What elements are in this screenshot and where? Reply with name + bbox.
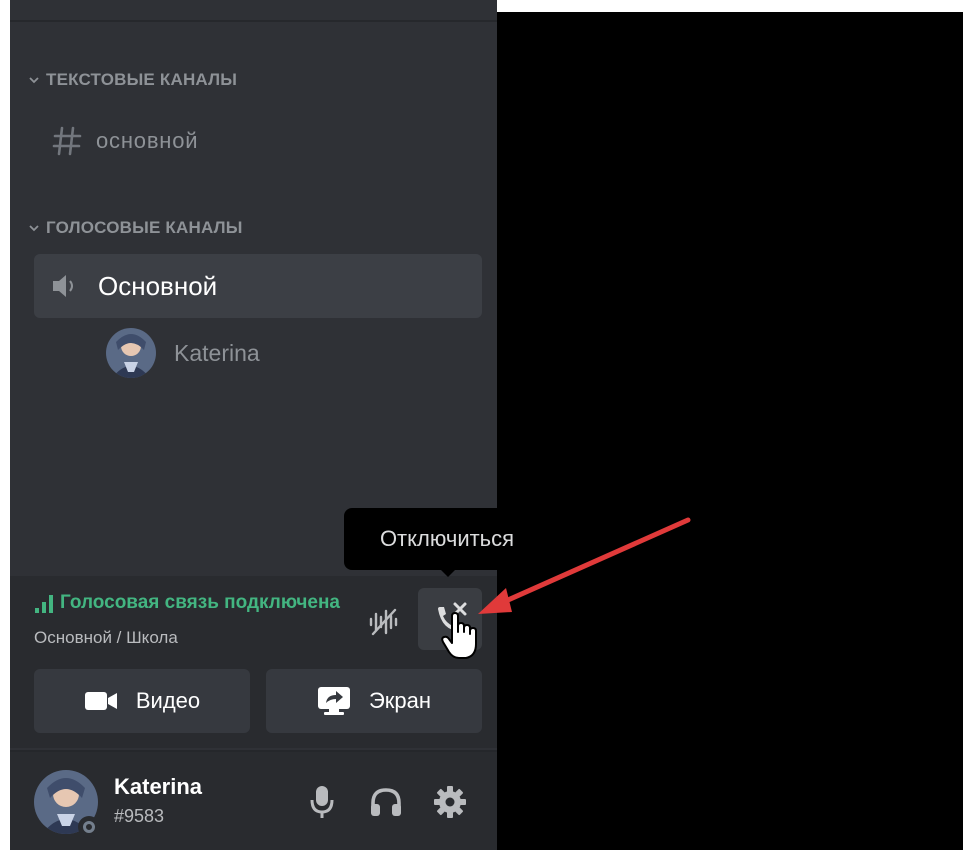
video-button-label: Видео [135, 688, 201, 713]
text-channel-label: основной [96, 128, 199, 153]
voice-channel-item[interactable]: Основной [34, 254, 482, 318]
voice-channel-label: Основной [98, 270, 218, 301]
signal-bars-icon [35, 595, 53, 613]
status-indicator [78, 816, 100, 838]
hash-icon [52, 126, 82, 156]
user-settings-button[interactable] [430, 782, 470, 822]
screen-share-button[interactable]: Экран [266, 669, 482, 733]
microphone-icon [310, 786, 334, 818]
main-content-area [497, 12, 963, 850]
mute-button[interactable] [302, 782, 342, 822]
screenshot-stage: ТЕКСТОВЫЕ КАНАЛЫ основной ГОЛОСОВЫЕ КАНА… [0, 0, 974, 850]
voice-channel-path[interactable]: Основной / Школа [34, 628, 178, 648]
deafen-button[interactable] [366, 782, 406, 822]
screen-share-icon [317, 687, 350, 715]
voice-user-name: Katerina [174, 339, 260, 366]
headset-icon [371, 788, 401, 816]
avatar [106, 328, 156, 378]
disconnect-tooltip: Отключиться [344, 508, 550, 570]
user-name[interactable]: Katerina [114, 774, 202, 800]
user-panel: Katerina #9583 [10, 750, 497, 850]
hand-cursor-icon [441, 612, 477, 659]
chevron-down-icon [29, 77, 39, 84]
gear-icon [434, 786, 466, 818]
speaker-icon [53, 275, 73, 297]
voice-status[interactable]: Голосовая связь подключена [34, 592, 354, 614]
category-label: ГОЛОСОВЫЕ КАНАЛЫ [46, 218, 243, 237]
user-tag[interactable]: #9583 [114, 806, 164, 827]
voice-connection-panel: Голосовая связь подключена Основной / Шк… [10, 576, 497, 748]
voice-status-label: Голосовая связь подключена [60, 592, 340, 613]
category-text-channels[interactable]: ТЕКСТОВЫЕ КАНАЛЫ [28, 68, 237, 92]
sidebar-divider [10, 20, 497, 22]
video-button[interactable]: Видео [34, 669, 250, 733]
noise-suppression-icon [369, 608, 398, 636]
category-voice-channels[interactable]: ГОЛОСОВЫЕ КАНАЛЫ [28, 216, 243, 240]
user-avatar-wrap[interactable] [34, 770, 100, 838]
screen-share-label: Экран [368, 688, 432, 713]
category-label: ТЕКСТОВЫЕ КАНАЛЫ [46, 70, 238, 89]
voice-channel-user[interactable]: Katerina [106, 326, 260, 380]
text-channel-item[interactable]: основной [34, 118, 482, 164]
noise-suppression-button[interactable] [362, 600, 406, 644]
chevron-down-icon [29, 225, 39, 232]
video-camera-icon [84, 692, 117, 710]
channel-sidebar: ТЕКСТОВЫЕ КАНАЛЫ основной ГОЛОСОВЫЕ КАНА… [10, 0, 497, 850]
tooltip-pointer [440, 569, 456, 577]
